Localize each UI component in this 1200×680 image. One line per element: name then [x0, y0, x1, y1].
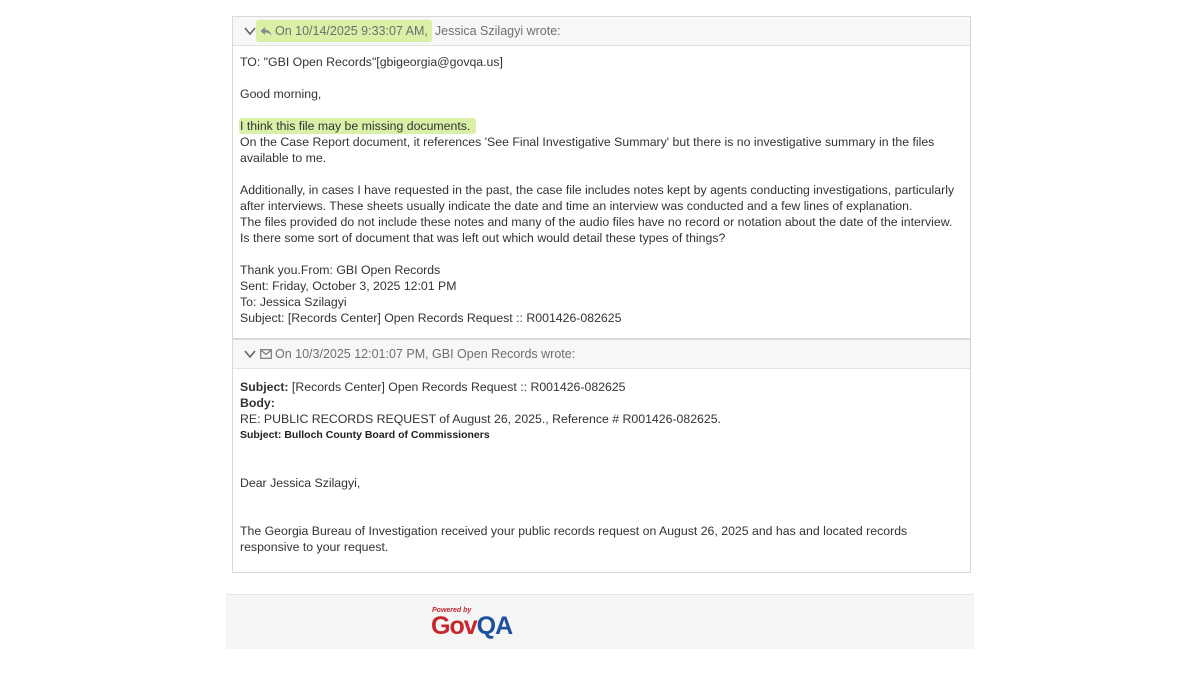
paragraph: Additionally, in cases I have requested …: [240, 183, 955, 213]
subject-value: [Records Center] Open Records Request ::…: [288, 380, 626, 394]
to-line: To: Jessica Szilagyi: [240, 295, 347, 309]
message-item: On 10/3/2025 12:01:07 PM, GBI Open Recor…: [232, 339, 971, 573]
highlighted-sentence: I think this file may be missing documen…: [239, 118, 477, 134]
message-header[interactable]: On 10/14/2025 9:33:07 AM, Jessica Szilag…: [233, 17, 970, 46]
message-timestamp: On 10/14/2025 9:33:07 AM,: [275, 24, 428, 38]
chevron-down-icon[interactable]: [243, 24, 257, 38]
message-header-text: On 10/3/2025 12:01:07 PM, GBI Open Recor…: [275, 347, 576, 361]
to-line: TO: "GBI Open Records"[gbigeorgia@govqa.…: [240, 55, 503, 69]
message-author: Jessica Szilagyi wrote:: [434, 24, 561, 38]
message-body: TO: "GBI Open Records"[gbigeorgia@govqa.…: [233, 46, 970, 338]
paragraph: The Georgia Bureau of Investigation rece…: [240, 524, 908, 554]
message-item: On 10/14/2025 9:33:07 AM, Jessica Szilag…: [232, 16, 971, 339]
body-label: Body:: [240, 396, 275, 410]
subject-line: Subject: [Records Center] Open Records R…: [240, 311, 622, 325]
timestamp-highlight: On 10/14/2025 9:33:07 AM,: [256, 20, 432, 42]
salutation: Dear Jessica Szilagyi,: [240, 476, 361, 490]
re-line: RE: PUBLIC RECORDS REQUEST of August 26,…: [240, 412, 721, 426]
paragraph: On the Case Report document, it referenc…: [240, 135, 935, 165]
message-body: Subject: [Records Center] Open Records R…: [233, 369, 970, 572]
sent-line: Sent: Friday, October 3, 2025 12:01 PM: [240, 279, 457, 293]
reply-icon: [260, 27, 272, 36]
logo-wordmark: GovQA: [431, 612, 513, 640]
paragraph: The files provided do not include these …: [240, 215, 953, 245]
chevron-down-icon[interactable]: [243, 347, 257, 361]
thanks-from-line: Thank you.From: GBI Open Records: [240, 263, 441, 277]
message-thread: On 10/14/2025 9:33:07 AM, Jessica Szilag…: [232, 16, 971, 573]
subject-label: Subject:: [240, 380, 289, 394]
envelope-icon: [260, 349, 272, 359]
greeting: Good morning,: [240, 87, 322, 101]
message-header[interactable]: On 10/3/2025 12:01:07 PM, GBI Open Recor…: [233, 339, 970, 369]
govqa-logo[interactable]: Powered by GovQA: [431, 605, 521, 639]
footer: Powered by GovQA: [226, 594, 974, 649]
letter-subject: Subject: Bulloch County Board of Commiss…: [240, 429, 490, 441]
